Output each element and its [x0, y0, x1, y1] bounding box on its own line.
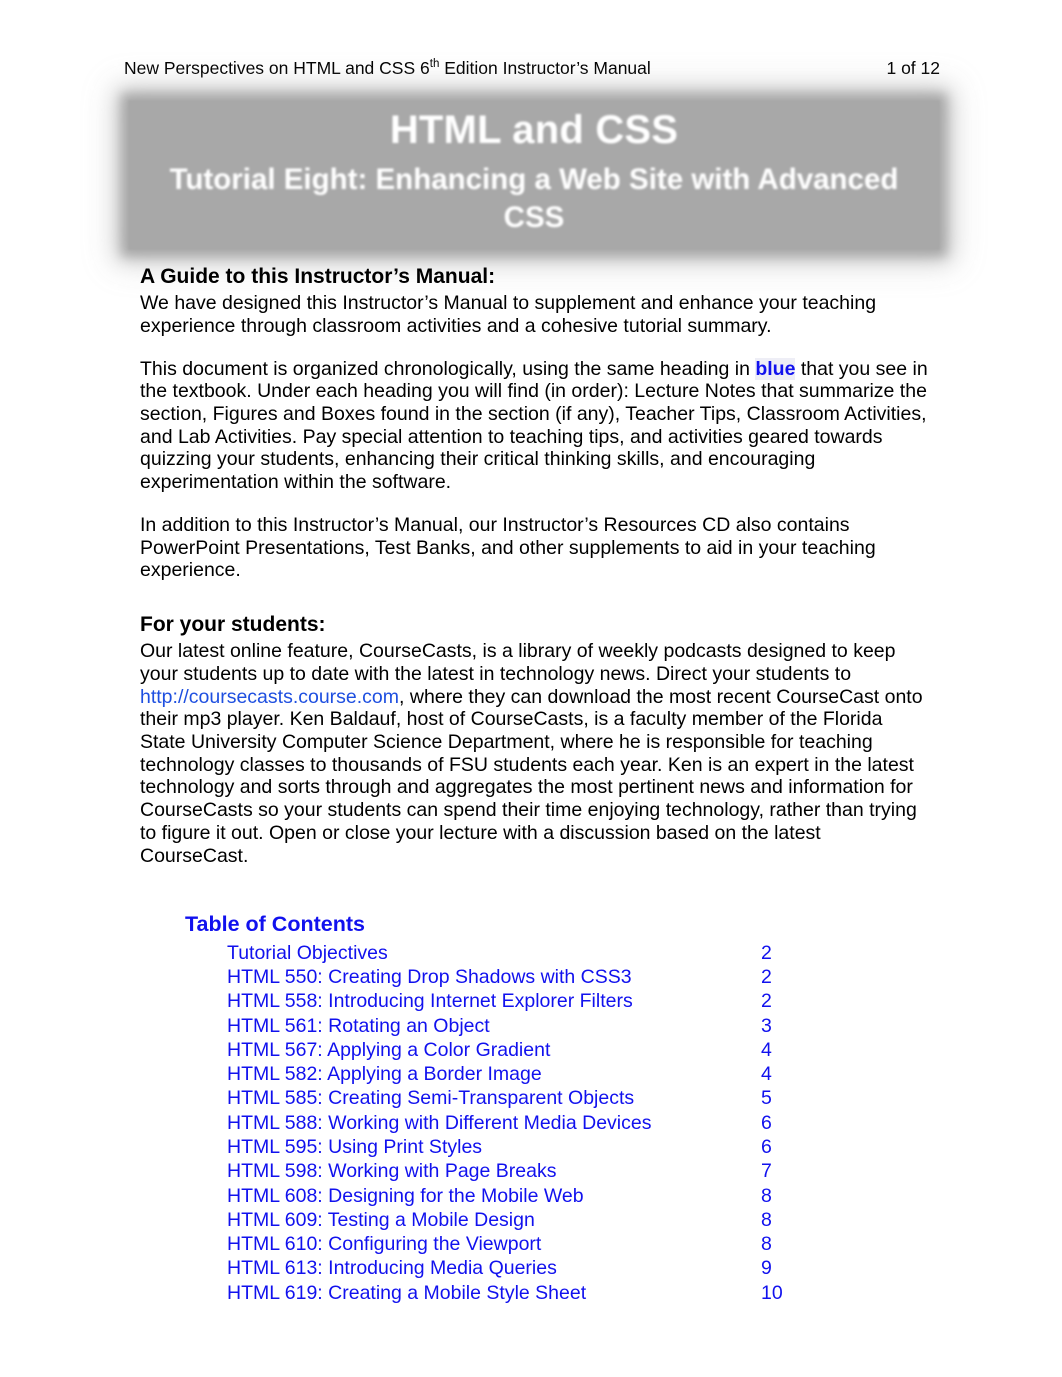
toc-entry-page-number: 7 — [761, 1160, 772, 1183]
toc-entry-page-number: 6 — [761, 1136, 772, 1158]
guide-paragraph-3: In addition to this Instructor’s Manual,… — [140, 513, 876, 582]
toc-entry[interactable]: HTML 550: Creating Drop Shadows with CSS… — [227, 965, 805, 989]
toc-entry-label: HTML 619: Creating a Mobile Style Sheet — [227, 1281, 587, 1304]
toc-entry-label: HTML 609: Testing a Mobile Design — [227, 1208, 535, 1231]
students-paragraph: Our latest online feature, CourseCasts, … — [140, 640, 930, 867]
toc-entry-page-number: 9 — [761, 1257, 772, 1280]
toc-entry-page-number: 2 — [761, 990, 772, 1013]
toc-entry[interactable]: HTML 588: Working with Different Media D… — [227, 1111, 805, 1135]
document-title-main: New Perspectives on HTML and CSS 6 — [124, 58, 430, 78]
toc-entry-page-number: 6 — [761, 1111, 772, 1134]
toc-entry-label: HTML 610: Configuring the Viewport — [227, 1233, 542, 1256]
students-paragraph-lead: Our latest online feature, CourseCasts, … — [140, 640, 896, 685]
toc-entry-label: Tutorial Objectives — [227, 941, 388, 964]
toc-entry-page-number: 2 — [761, 966, 772, 989]
guide-paragraph-2: This document is organized chronological… — [140, 357, 930, 494]
document-title: New Perspectives on HTML and CSS 6th Edi… — [124, 58, 651, 79]
toc-entry[interactable]: HTML 595: Using Print Styles 6 — [227, 1135, 805, 1159]
title-banner: HTML and CSS Tutorial Eight: Enhancing a… — [128, 100, 940, 250]
toc-entry-label: HTML 585: Creating Semi-Transparent Obje… — [227, 1087, 635, 1110]
toc-entry[interactable]: HTML 561: Rotating an Object 3 — [227, 1014, 805, 1038]
banner-subtitle: Tutorial Eight: Enhancing a Web Site wit… — [169, 162, 899, 234]
toc-entry-page-number: 8 — [761, 1208, 772, 1231]
toc-entry-label: HTML 595: Using Print Styles — [227, 1136, 483, 1158]
toc-entry-label: HTML 567: Applying a Color Gradient — [227, 1038, 551, 1061]
toc-entry-page-number: 5 — [761, 1087, 772, 1110]
toc-entry[interactable]: HTML 609: Testing a Mobile Design 8 — [227, 1208, 805, 1232]
students-heading: For your students: — [140, 612, 326, 636]
toc-entry-label: HTML 608: Designing for the Mobile Web — [227, 1184, 584, 1207]
toc-entry-label: HTML 582: Applying a Border Image — [227, 1063, 542, 1086]
toc-entry[interactable]: Tutorial Objectives 2 — [227, 941, 805, 965]
guide-heading: A Guide to this Instructor’s Manual: — [140, 265, 496, 288]
toc-entry-label: HTML 613: Introducing Media Queries — [227, 1257, 557, 1280]
guide-paragraph-2-lead: This document is organized chronological… — [140, 357, 756, 380]
banner-primary-title: HTML and CSS — [389, 108, 679, 152]
toc-entry[interactable]: HTML 608: Designing for the Mobile Web 8 — [227, 1184, 805, 1208]
toc-entry-page-number: 8 — [761, 1233, 772, 1256]
coursecasts-link[interactable]: http://coursecasts.course.com — [140, 686, 399, 708]
table-of-contents: Table of Contents Tutorial Objectives 2 HT… — [185, 911, 805, 1305]
page-number-indicator: 1 of 12 — [886, 58, 940, 78]
toc-entry[interactable]: HTML 619: Creating a Mobile Style Sheet 1… — [227, 1281, 805, 1305]
toc-entry-label: HTML 598: Working with Page Breaks — [227, 1160, 557, 1183]
guide-paragraph-1: We have designed this Instructor’s Manua… — [140, 292, 877, 337]
ordinal-suffix: th — [429, 58, 440, 71]
toc-entry-label: HTML 561: Rotating an Object — [227, 1014, 490, 1037]
students-paragraph-rest: , where they can download the most recen… — [140, 685, 923, 867]
toc-entry-page-number: 4 — [761, 1038, 772, 1061]
document-body: A Guide to this Instructor’s Manual: We … — [140, 264, 930, 867]
toc-entry-label: HTML 550: Creating Drop Shadows with CSS… — [227, 966, 632, 989]
toc-entry-page-number: 10 — [761, 1281, 783, 1304]
toc-entry-list: Tutorial Objectives 2 HTML 550: Creating D… — [185, 941, 805, 1305]
toc-entry[interactable]: HTML 582: Applying a Border Image 4 — [227, 1062, 805, 1086]
toc-heading: Table of Contents — [185, 912, 365, 936]
toc-entry[interactable]: HTML 585: Creating Semi-Transparent Obje… — [227, 1086, 805, 1110]
toc-entry[interactable]: HTML 558: Introducing Internet Explorer … — [227, 989, 805, 1013]
toc-entry-page-number: 8 — [761, 1184, 772, 1207]
toc-entry-page-number: 4 — [761, 1063, 772, 1086]
toc-entry-page-number: 2 — [761, 941, 772, 964]
toc-entry[interactable]: HTML 598: Working with Page Breaks 7 — [227, 1159, 805, 1183]
toc-entry[interactable]: HTML 567: Applying a Color Gradient 4 — [227, 1038, 805, 1062]
toc-entry-label: HTML 588: Working with Different Media D… — [227, 1111, 652, 1134]
document-title-tail: Edition Instructor’s Manual — [439, 58, 651, 78]
page-running-header: New Perspectives on HTML and CSS 6th Edi… — [124, 58, 940, 79]
toc-entry-page-number: 3 — [761, 1014, 772, 1037]
blue-keyword-highlight: blue — [755, 357, 796, 380]
toc-entry-label: HTML 558: Introducing Internet Explorer … — [227, 990, 633, 1013]
toc-entry[interactable]: HTML 610: Configuring the Viewport 8 — [227, 1232, 805, 1256]
toc-entry[interactable]: HTML 613: Introducing Media Queries 9 — [227, 1256, 805, 1280]
